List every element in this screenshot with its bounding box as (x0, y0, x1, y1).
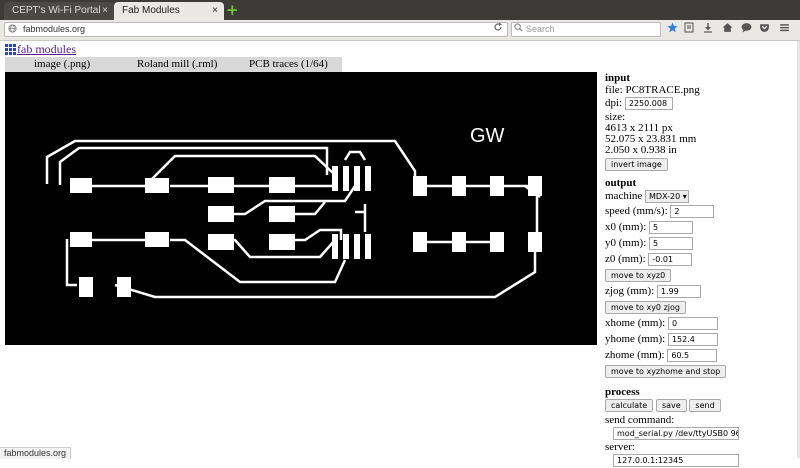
move-to-xyzhome-button[interactable]: move to xyzhome and stop (605, 364, 727, 378)
save-button[interactable]: save (655, 398, 687, 412)
machine-value: MDX-20 (649, 191, 681, 201)
fab-grid-icon (5, 44, 16, 55)
pcb-trace-image: GW (45, 125, 542, 299)
move-to-xy0-zjog-button[interactable]: move to xy0 zjog (605, 300, 686, 314)
status-bar-url: fabmodules.org (0, 447, 72, 459)
yhome-input[interactable]: 152.4 (667, 332, 718, 346)
reload-icon[interactable] (493, 21, 503, 35)
tab-close-icon[interactable]: × (212, 2, 218, 20)
file-label: file: (605, 84, 623, 96)
search-icon (514, 23, 523, 35)
url-bar[interactable]: fabmodules.org (4, 22, 508, 37)
chat-icon[interactable] (741, 22, 752, 36)
new-tab-plus-icon[interactable]: + (226, 3, 239, 18)
file-name: PC8TRACE.png (625, 84, 700, 96)
xhome-input[interactable]: 0 (667, 316, 718, 330)
speed-label: speed (mm/s): (605, 205, 668, 217)
zjog-input[interactable]: 1.99 (656, 284, 701, 298)
tab-close-icon[interactable]: × (102, 2, 108, 20)
zhome-input[interactable]: 60.5 (667, 348, 718, 362)
z0-input[interactable]: -0.01 (648, 252, 693, 266)
zjog-label: zjog (mm): (605, 285, 655, 297)
pocket-icon[interactable] (759, 22, 770, 36)
send-command-input[interactable]: mod_serial.py /dev/ttyUSB0 9600 - (613, 426, 739, 440)
board-label: GW (470, 125, 505, 147)
site-info-icon[interactable] (8, 24, 17, 36)
calculate-button[interactable]: calculate (605, 398, 654, 412)
y0-label: y0 (mm): (605, 237, 647, 249)
tab-label: CEPT's Wi-Fi Portal (12, 5, 101, 16)
tab-wifi-portal[interactable]: CEPT's Wi-Fi Portal × (4, 2, 114, 20)
xhome-label: xhome (mm): (605, 317, 666, 329)
dpi-input[interactable]: 2250.008 (624, 96, 673, 110)
fab-modules-link[interactable]: fab modules (17, 42, 76, 57)
process-heading: process (605, 386, 640, 398)
menu-icon[interactable] (779, 22, 790, 36)
output-heading: output (605, 177, 637, 189)
bookmark-star-icon[interactable] (667, 22, 678, 36)
search-input[interactable]: Search (511, 22, 661, 37)
x0-label: x0 (mm): (605, 221, 647, 233)
header-roland-mill[interactable]: Roland mill (.rml) (137, 57, 217, 71)
header-image-png[interactable]: image (.png) (34, 57, 90, 71)
zhome-label: zhome (mm): (605, 349, 665, 361)
size-in: 2.050 x 0.938 in (605, 144, 677, 156)
pcb-trace-canvas[interactable]: GW (5, 72, 597, 345)
control-panel: input file: PC8TRACE.png dpi: 2250.008 s… (605, 72, 800, 468)
dpi-label: dpi: (605, 97, 623, 109)
machine-select[interactable]: MDX-20 ▾ (645, 189, 690, 203)
chevron-down-icon: ▾ (682, 191, 687, 201)
y0-input[interactable]: 5 (649, 236, 693, 250)
download-icon[interactable] (703, 22, 713, 36)
move-to-xyz0-button[interactable]: move to xyz0 (605, 268, 672, 282)
x0-input[interactable]: 5 (649, 220, 693, 234)
z0-label: z0 (mm): (605, 253, 646, 265)
tab-fab-modules[interactable]: Fab Modules × (114, 2, 224, 20)
server-label: server: (605, 441, 635, 453)
reading-list-icon[interactable] (684, 22, 694, 36)
speed-input[interactable]: 2 (670, 204, 715, 218)
yhome-label: yhome (mm): (605, 333, 666, 345)
machine-label: machine (605, 190, 643, 202)
header-pcb-traces[interactable]: PCB traces (1/64) (249, 57, 328, 71)
input-heading: input (605, 72, 631, 84)
invert-image-button[interactable]: invert image (605, 157, 668, 171)
send-command-label: send command: (605, 414, 675, 426)
home-icon[interactable] (722, 22, 733, 36)
server-input[interactable]: 127.0.0.1:12345 (613, 453, 739, 467)
tab-label: Fab Modules (122, 5, 180, 16)
send-button[interactable]: send (689, 398, 721, 412)
